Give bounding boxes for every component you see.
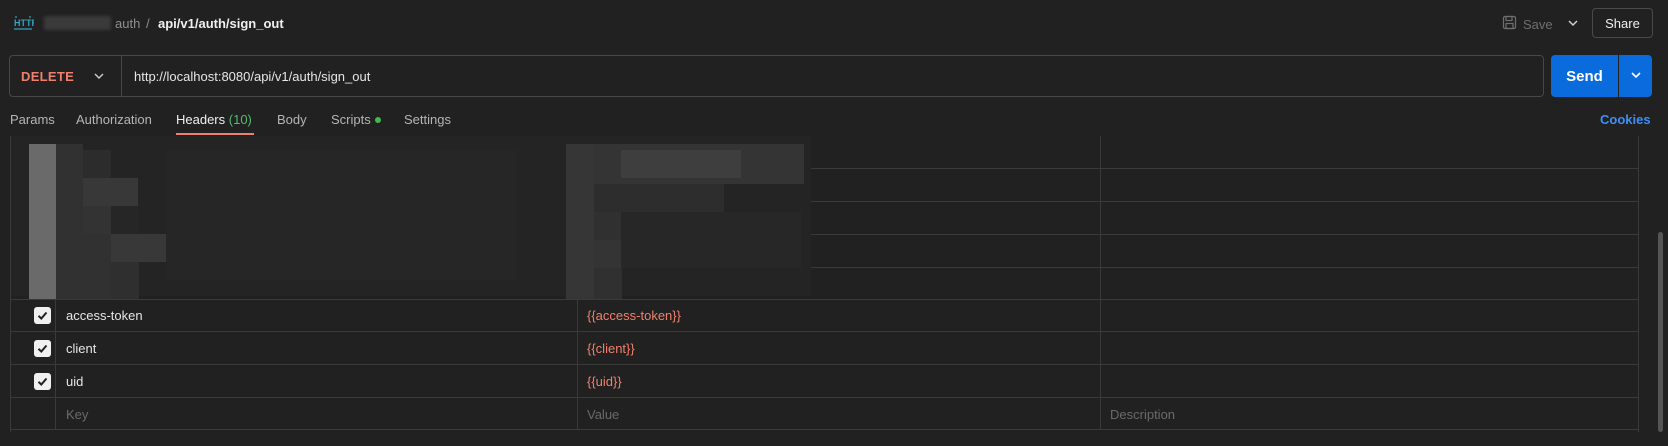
scripts-status-dot [374,116,381,123]
key-placeholder[interactable]: Key [66,407,88,422]
header-key[interactable]: client [66,341,96,356]
breadcrumb-collection-redacted[interactable] [44,16,111,30]
scrollbar-thumb[interactable] [1658,232,1663,432]
tab-scripts-label: Scripts [331,112,371,127]
header-value[interactable]: {{access-token}} [587,308,681,323]
row-enabled-checkbox[interactable] [34,307,51,324]
breadcrumb-parent[interactable]: auth [115,16,140,31]
row-enabled-checkbox[interactable] [34,373,51,390]
active-tab-indicator [176,133,254,135]
tab-scripts[interactable]: Scripts [331,112,381,127]
top-bar: HTTP auth / api/v1/auth/sign_out Save Sh… [0,0,1668,46]
divider [121,56,122,96]
tab-settings[interactable]: Settings [404,112,451,127]
send-button[interactable]: Send [1551,55,1618,97]
tab-authorization[interactable]: Authorization [76,112,152,127]
row-enabled-checkbox[interactable] [34,340,51,357]
tab-headers-label: Headers [176,112,226,127]
request-tabs: Params Authorization Headers (10) Body S… [0,103,1668,137]
header-value[interactable]: {{uid}} [587,374,622,389]
table-row-new: Key Value Description [11,398,1638,430]
table-row: uid {{uid}} [11,365,1638,398]
breadcrumb-separator: / [146,16,150,31]
header-key[interactable]: uid [66,374,83,389]
header-value[interactable]: {{client}} [587,341,635,356]
http-icon: HTTP [12,13,38,33]
save-icon [1502,15,1517,33]
save-button[interactable]: Save [1502,14,1553,34]
svg-text:HTTP: HTTP [14,18,34,28]
method-selector[interactable]: DELETE [21,69,74,84]
url-input[interactable] [134,56,1534,96]
send-options-button[interactable] [1619,55,1652,97]
redacted-rows [11,136,1638,300]
tab-headers[interactable]: Headers (10) [176,112,252,127]
header-key[interactable]: access-token [66,308,143,323]
cookies-link[interactable]: Cookies [1600,112,1651,127]
table-row: access-token {{access-token}} [11,299,1638,332]
chevron-down-icon [1629,68,1643,85]
url-bar: DELETE [9,55,1544,97]
tab-params[interactable]: Params [10,112,55,127]
breadcrumb-current[interactable]: api/v1/auth/sign_out [158,16,284,31]
headers-table: access-token {{access-token}} client {{c… [10,136,1639,432]
value-placeholder[interactable]: Value [587,407,619,422]
share-button[interactable]: Share [1592,8,1653,38]
table-row: client {{client}} [11,332,1638,365]
chevron-down-icon[interactable] [1565,15,1581,31]
chevron-down-icon[interactable] [92,69,106,83]
check-icon [37,311,48,320]
check-icon [37,344,48,353]
headers-count-badge: (10) [228,112,252,127]
description-placeholder[interactable]: Description [1110,407,1175,422]
check-icon [37,377,48,386]
tab-body[interactable]: Body [277,112,307,127]
save-label: Save [1523,16,1553,32]
